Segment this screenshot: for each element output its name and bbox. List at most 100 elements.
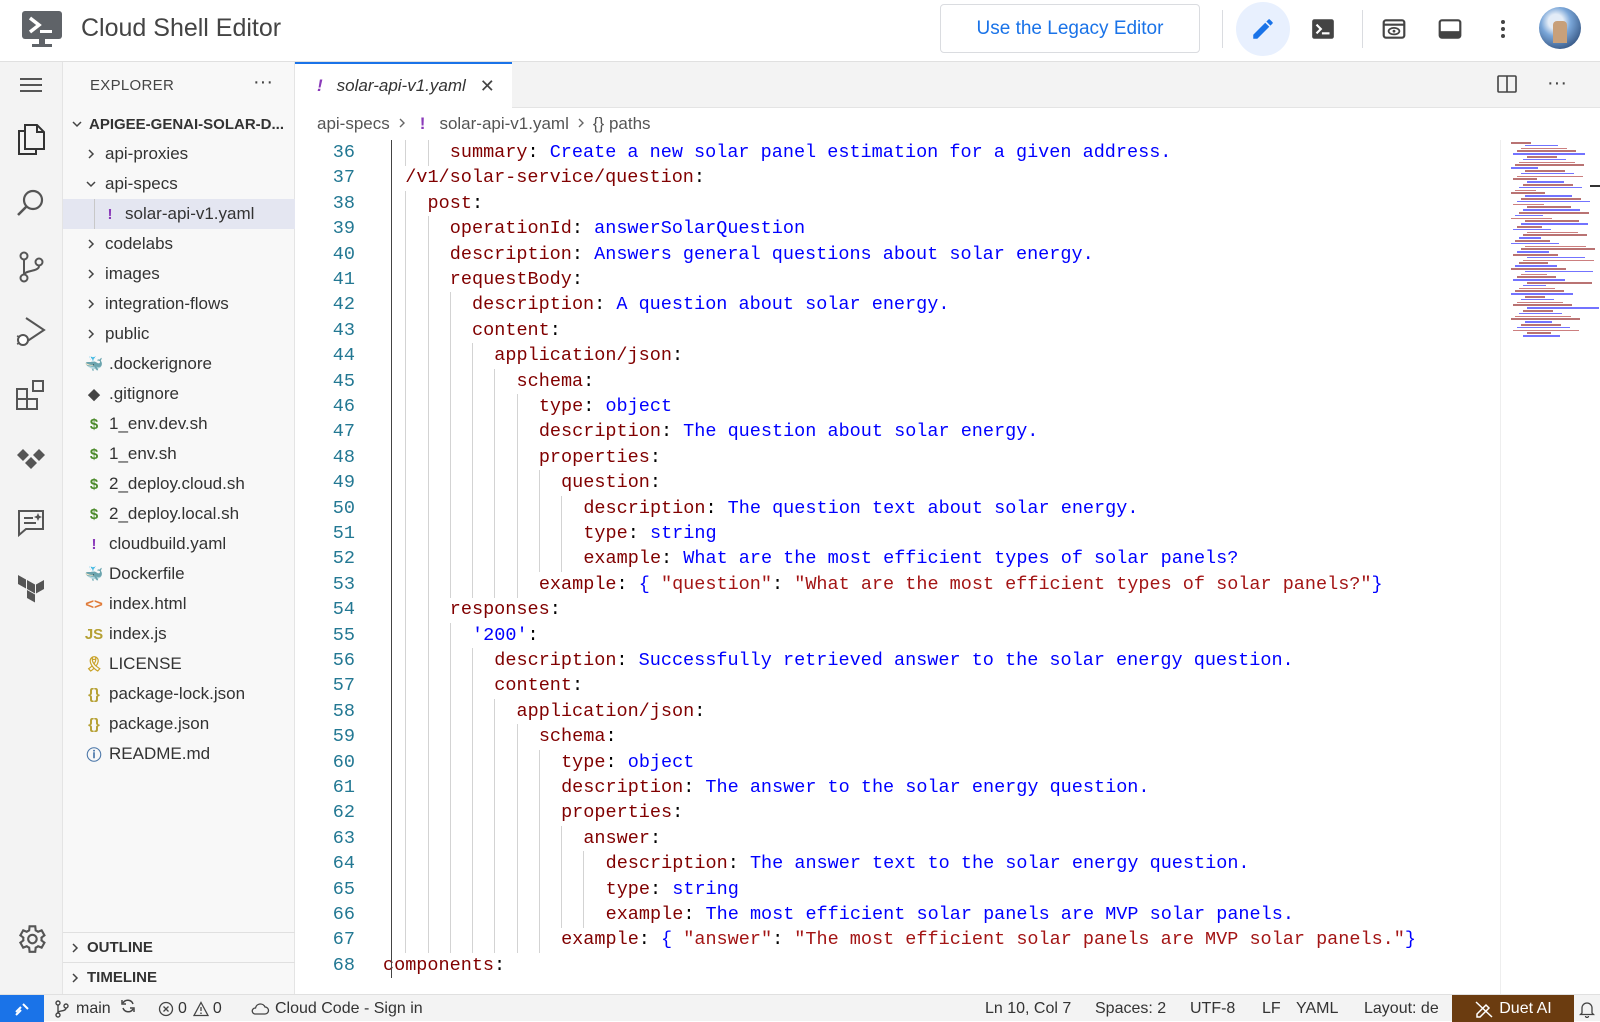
tree-file-.gitignore[interactable]: ◆ .gitignore: [63, 379, 295, 409]
code-line[interactable]: 66 example: The most efficient solar pane…: [295, 902, 1495, 928]
more-options-button[interactable]: [1480, 6, 1526, 52]
code-line[interactable]: 36 summary: Create a new solar panel esti…: [295, 140, 1495, 166]
menu-button[interactable]: [8, 62, 54, 108]
web-preview-button[interactable]: [1371, 6, 1417, 52]
tree-file-solar-api-v1.yaml[interactable]: ! solar-api-v1.yaml: [63, 199, 295, 229]
code-line[interactable]: 42 description: A question about solar en…: [295, 292, 1495, 319]
minimap[interactable]: [1500, 140, 1600, 994]
code-line[interactable]: 62 properties:: [295, 800, 1495, 827]
code-line[interactable]: 50 description: The question text about s…: [295, 495, 1495, 522]
code-line[interactable]: 60 type: object: [295, 749, 1495, 776]
code-line[interactable]: 58 application/json:: [295, 698, 1495, 725]
duet-ai-status-button[interactable]: Duet AI: [1452, 995, 1574, 1022]
minimap-line: [1513, 178, 1537, 180]
tree-folder-public[interactable]: public: [63, 319, 295, 349]
code-line[interactable]: 54 responses:: [295, 597, 1495, 624]
code-line[interactable]: 56 description: Successfully retrieved an…: [295, 648, 1495, 674]
split-editor-button[interactable]: [1495, 72, 1519, 101]
sync-icon[interactable]: [119, 997, 137, 1020]
cursor-position[interactable]: Ln 10, Col 7: [985, 995, 1071, 1022]
explorer-more-button[interactable]: ···: [253, 71, 273, 94]
code-line[interactable]: 67 example: { "answer": "The most efficie…: [295, 927, 1495, 954]
tree-file-index.html[interactable]: <> index.html: [63, 589, 295, 619]
tree-file-package.json[interactable]: {} package.json: [63, 709, 295, 739]
tree-file-index.js[interactable]: JS index.js: [63, 619, 295, 649]
code-line[interactable]: 41 requestBody:: [295, 267, 1495, 293]
problems-status[interactable]: 0 0: [158, 995, 222, 1022]
terraform-view-button[interactable]: [8, 564, 54, 610]
code-line[interactable]: 51 type: string: [295, 521, 1495, 547]
open-editor-button[interactable]: [1236, 2, 1290, 56]
code-line[interactable]: 40 description: Answers general questions…: [295, 241, 1495, 268]
code-line[interactable]: 59 schema:: [295, 724, 1495, 751]
tree-file-README.md[interactable]: ⓘ README.md: [63, 739, 295, 769]
tree-file-cloudbuild.yaml[interactable]: ! cloudbuild.yaml: [63, 529, 295, 559]
code-line[interactable]: 57 content:: [295, 673, 1495, 700]
cloud-code-view-button[interactable]: [8, 436, 54, 482]
close-tab-icon[interactable]: ✕: [480, 76, 495, 97]
code-line[interactable]: 63 answer:: [295, 825, 1495, 852]
branch-status[interactable]: main: [54, 995, 137, 1022]
cloud-code-sign-in[interactable]: Cloud Code - Sign in: [250, 995, 423, 1022]
tree-file-1_env.dev.sh[interactable]: $1_env.dev.sh: [63, 409, 295, 439]
code-line[interactable]: 43 content:: [295, 317, 1495, 344]
code-line[interactable]: 49 question:: [295, 470, 1495, 497]
breadcrumb-item-file[interactable]: solar-api-v1.yaml: [439, 114, 568, 134]
code-line[interactable]: 39 operationId: answerSolarQuestion: [295, 216, 1495, 243]
toggle-panel-button[interactable]: [1427, 6, 1473, 52]
tab-solar-api-v1-yaml[interactable]: ! solar-api-v1.yaml ✕: [295, 62, 512, 108]
tree-folder-codelabs[interactable]: codelabs: [63, 229, 295, 259]
tree-file-package-lock.json[interactable]: {} package-lock.json: [63, 679, 295, 709]
tree-file-LICENSE[interactable]: 🎗 LICENSE: [63, 649, 295, 679]
notifications-button[interactable]: [1574, 995, 1600, 1022]
code-line[interactable]: 65 type: string: [295, 876, 1495, 903]
encoding-status[interactable]: UTF-8: [1190, 995, 1235, 1022]
duet-ai-chat-button[interactable]: [8, 500, 54, 546]
outline-section-header[interactable]: OUTLINE: [63, 932, 295, 962]
account-avatar[interactable]: [1539, 7, 1581, 49]
breadcrumb-item-api-specs[interactable]: api-specs: [317, 114, 390, 134]
tree-file-2_deploy.cloud.sh[interactable]: $2_deploy.cloud.sh: [63, 469, 295, 499]
tree-file-1_env.sh[interactable]: $1_env.sh: [63, 439, 295, 469]
indentation-status[interactable]: Spaces: 2: [1095, 995, 1166, 1022]
tree-file-2_deploy.local.sh[interactable]: $2_deploy.local.sh: [63, 499, 295, 529]
explorer-view-button[interactable]: [8, 116, 54, 162]
timeline-section-header[interactable]: TIMELINE: [63, 962, 295, 992]
settings-button[interactable]: [8, 916, 54, 962]
cloud-code-label: Cloud Code - Sign in: [275, 999, 423, 1017]
source-control-view-button[interactable]: [8, 244, 54, 290]
breadcrumb-item-paths[interactable]: {} paths: [593, 114, 651, 134]
code-line[interactable]: 47 description: The question about solar …: [295, 419, 1495, 446]
language-mode[interactable]: YAML: [1296, 995, 1338, 1022]
code-line[interactable]: 45 schema:: [295, 368, 1495, 395]
code-line[interactable]: 38 post:: [295, 190, 1495, 217]
code-editor[interactable]: 36 summary: Create a new solar panel esti…: [295, 140, 1495, 994]
code-line[interactable]: 68 components:: [295, 953, 1495, 979]
code-line[interactable]: 61 description: The answer to the solar e…: [295, 775, 1495, 801]
code-line[interactable]: 52 example: What are the most efficient t…: [295, 546, 1495, 573]
tree-folder-integration-flows[interactable]: integration-flows: [63, 289, 295, 319]
code-line[interactable]: 44 application/json:: [295, 343, 1495, 370]
keyboard-layout[interactable]: Layout: de: [1364, 995, 1439, 1022]
code-line[interactable]: 48 properties:: [295, 444, 1495, 471]
code-line[interactable]: 53 example: { "question": "What are the m…: [295, 571, 1495, 598]
eol-status[interactable]: LF: [1262, 995, 1281, 1022]
tree-folder-api-proxies[interactable]: api-proxies: [63, 139, 295, 169]
search-view-button[interactable]: [8, 180, 54, 226]
open-terminal-button[interactable]: [1300, 6, 1346, 52]
tree-folder-api-specs[interactable]: api-specs: [63, 169, 295, 199]
code-line[interactable]: 46 type: object: [295, 394, 1495, 420]
code-line[interactable]: 64 description: The answer text to the so…: [295, 851, 1495, 878]
editor-more-actions-button[interactable]: ···: [1547, 72, 1567, 95]
code-line[interactable]: 55 '200':: [295, 622, 1495, 649]
extensions-view-button[interactable]: [8, 372, 54, 418]
tree-file-.dockerignore[interactable]: 🐳 .dockerignore: [63, 349, 295, 379]
run-debug-view-button[interactable]: [8, 308, 54, 354]
remote-indicator-button[interactable]: [0, 995, 44, 1022]
workspace-root-folder[interactable]: APIGEE-GENAI-SOLAR-D...: [63, 109, 295, 139]
use-legacy-editor-button[interactable]: Use the Legacy Editor: [940, 4, 1200, 53]
code-line[interactable]: 37/v1/solar-service/question:: [295, 165, 1495, 191]
tree-file-Dockerfile[interactable]: 🐳 Dockerfile: [63, 559, 295, 589]
tree-folder-images[interactable]: images: [63, 259, 295, 289]
source-control-icon: [19, 251, 44, 283]
